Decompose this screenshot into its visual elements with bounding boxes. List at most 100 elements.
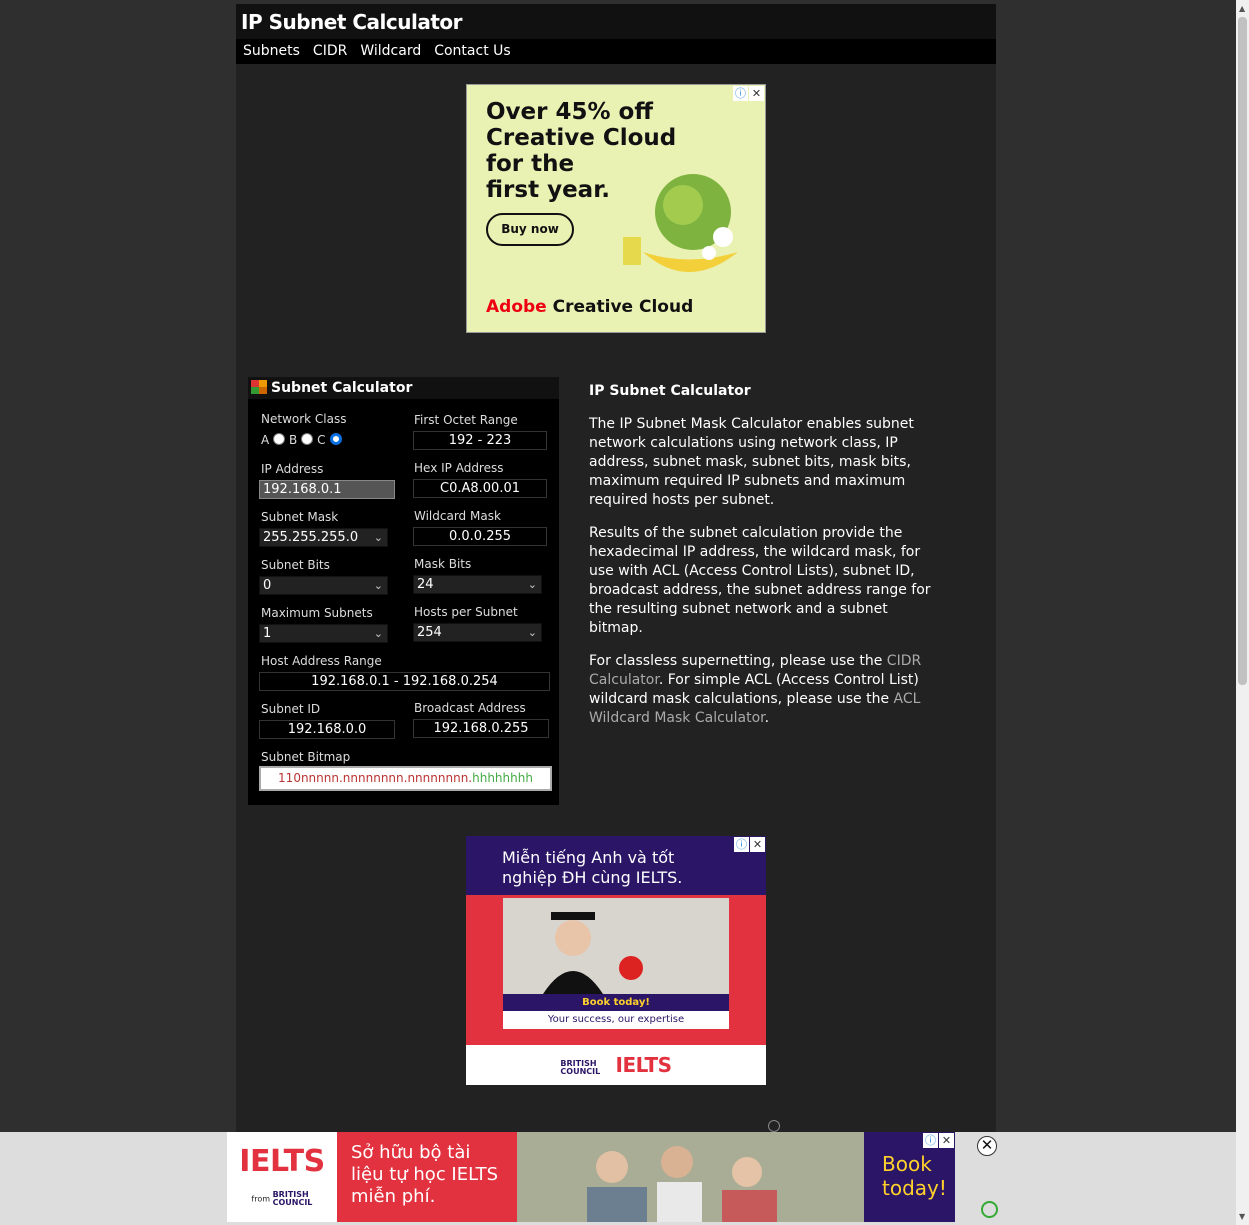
british-council-logo: BRITISH COUNCIL <box>560 1058 601 1076</box>
ad-close-icon[interactable]: ✕ <box>750 837 765 852</box>
ad-middle-headline-line: nghiệp ĐH cùng IELTS. <box>502 868 683 887</box>
ad-info-icon[interactable]: ⓘ <box>733 86 748 101</box>
site-title[interactable]: IP Subnet Calculator <box>236 4 996 39</box>
ad-headline-line: Creative Cloud <box>486 125 677 151</box>
bitmap-network-part: 110nnnnn.nnnnnnnn.nnnnnnnn. <box>278 771 473 785</box>
hosts-per-subnet-select[interactable]: 254 ⌄ <box>413 623 542 642</box>
hex-ip-address-value: C0.A8.00.01 <box>413 479 547 498</box>
ad-middle-banner: Book today! Your success, our expertise <box>466 895 766 1045</box>
subnet-calculator-panel: Subnet Calculator Network Class A B C Fi… <box>247 376 560 806</box>
subnet-bitmap-label: Subnet Bitmap <box>261 750 351 764</box>
maximum-subnets-value: 1 <box>263 626 272 641</box>
close-icon[interactable]: ✕ <box>977 1136 997 1156</box>
network-class-radios: A B C <box>261 433 342 447</box>
scroll-down-icon[interactable]: ▼ <box>1239 1212 1245 1221</box>
description-paragraph: Results of the subnet calculation provid… <box>589 525 931 636</box>
host-address-range-value: 192.168.0.1 - 192.168.0.254 <box>259 672 550 691</box>
hex-ip-address-label: Hex IP Address <box>414 461 504 475</box>
subnet-mask-select[interactable]: 255.255.255.0 ⌄ <box>259 528 388 547</box>
maximum-subnets-label: Maximum Subnets <box>261 606 373 620</box>
class-a-radio[interactable] <box>273 433 286 445</box>
description-heading: IP Subnet Calculator <box>589 383 751 399</box>
subnet-bits-select[interactable]: 0 ⌄ <box>259 576 388 595</box>
subnet-id-value: 192.168.0.0 <box>259 720 395 739</box>
british-council-logo: BRITISH COUNCIL <box>272 1190 313 1207</box>
scrollbar[interactable]: ▲ ▼ <box>1236 0 1249 1225</box>
ad-choices[interactable]: ⓘ ✕ <box>733 86 764 101</box>
bottom-ad-bar: IELTS from BRITISH COUNCIL Sở hữu bộ tài… <box>0 1132 1236 1225</box>
ielts-ad-middle[interactable]: Miễn tiếng Anh và tốt nghiệp ĐH cùng IELT… <box>466 836 766 1085</box>
subnet-mask-label: Subnet Mask <box>261 510 339 524</box>
class-c-label: C <box>317 433 326 447</box>
scrollbar-thumb[interactable] <box>1238 17 1247 685</box>
subnet-bits-label: Subnet Bits <box>261 558 330 572</box>
ad-headline-line: Over 45% off <box>486 99 653 125</box>
subnet-bits-value: 0 <box>263 578 272 593</box>
broadcast-address-label: Broadcast Address <box>414 701 526 715</box>
ip-address-input[interactable]: 192.168.0.1 <box>259 480 395 499</box>
description-paragraph: For classless supernetting, please use t… <box>589 652 939 728</box>
subnet-bitmap-value: 110nnnnn.nnnnnnnn.nnnnnnnn.hhhhhhhh <box>259 766 552 791</box>
ad-middle-footer: BRITISH COUNCIL IELTS <box>466 1045 766 1085</box>
description: IP Subnet Calculator The IP Subnet Mask … <box>589 382 939 742</box>
wildcard-mask-value: 0.0.0.255 <box>413 527 547 546</box>
maximum-subnets-select[interactable]: 1 ⌄ <box>259 624 388 643</box>
ip-address-label: IP Address <box>261 462 324 476</box>
nav-wildcard[interactable]: Wildcard <box>353 39 427 59</box>
ad-middle-headline-line: Miễn tiếng Anh và tốt <box>502 848 675 867</box>
host-address-range-label: Host Address Range <box>261 654 382 668</box>
main-nav: Subnets CIDR Wildcard Contact Us <box>236 39 996 64</box>
first-octet-range-label: First Octet Range <box>414 413 518 427</box>
calculator-logo-icon <box>251 380 267 394</box>
adobe-ad[interactable]: Over 45% off Creative Cloud for the firs… <box>466 84 766 333</box>
chevron-down-icon: ⌄ <box>373 627 383 640</box>
adobe-brand: Adobe Creative Cloud <box>486 297 693 317</box>
class-c-radio[interactable] <box>329 433 342 445</box>
class-b-radio[interactable] <box>301 433 314 445</box>
ad-middle-headline: Miễn tiếng Anh và tốt nghiệp ĐH cùng IELT… <box>466 836 766 895</box>
chevron-down-icon: ⌄ <box>527 626 537 639</box>
hosts-per-subnet-label: Hosts per Subnet <box>414 605 518 619</box>
durian-illustration <box>623 174 738 272</box>
class-a-label: A <box>261 433 270 447</box>
ielts-logo: IELTS <box>239 1144 325 1179</box>
ad-info-icon[interactable]: ⓘ <box>734 837 749 852</box>
first-octet-range-value: 192 - 223 <box>413 431 547 450</box>
ad-middle-tagline: Your success, our expertise <box>503 1011 729 1029</box>
nav-subnets[interactable]: Subnets <box>236 39 306 59</box>
scroll-up-icon[interactable]: ▲ <box>1239 4 1245 13</box>
mask-bits-select[interactable]: 24 ⌄ <box>413 575 542 594</box>
ad-info-icon[interactable]: ⓘ <box>923 1133 938 1148</box>
nav-contact-us[interactable]: Contact Us <box>427 39 516 59</box>
chevron-down-icon: ⌄ <box>373 531 383 544</box>
nav-cidr[interactable]: CIDR <box>306 39 353 59</box>
students-photo <box>517 1132 864 1222</box>
ad-badge-icon[interactable] <box>981 1201 998 1218</box>
text: For classless supernetting, please use t… <box>589 653 887 669</box>
ad-choices[interactable]: ⓘ ✕ <box>923 1133 954 1148</box>
buy-now-button[interactable]: Buy now <box>486 213 574 246</box>
network-class-label: Network Class <box>261 412 347 426</box>
ad-bottom-text: Sở hữu bộ tài liệu tự học IELTS miễn phí… <box>337 1132 517 1222</box>
text: . <box>764 710 770 726</box>
ielts-ad-bottom[interactable]: IELTS from BRITISH COUNCIL Sở hữu bộ tài… <box>227 1132 955 1222</box>
ad-close-icon[interactable]: ✕ <box>939 1133 954 1148</box>
ad-badge-icon[interactable] <box>768 1120 780 1132</box>
calculator-title: Subnet Calculator <box>271 380 413 396</box>
description-paragraph: The IP Subnet Mask Calculator enables su… <box>589 416 914 508</box>
mask-bits-label: Mask Bits <box>414 557 472 571</box>
ielts-logo: IELTS <box>615 1053 673 1077</box>
calculator-header: Subnet Calculator <box>248 377 559 399</box>
bitmap-host-part: hhhhhhhh <box>472 771 533 785</box>
from-label: from <box>251 1194 271 1204</box>
ielts-bottom-logo: IELTS from BRITISH COUNCIL <box>227 1132 337 1222</box>
adobe-brand-red: Adobe <box>486 297 547 317</box>
class-b-label: B <box>289 433 298 447</box>
subnet-id-label: Subnet ID <box>261 702 321 716</box>
adobe-brand-name: Creative Cloud <box>552 297 694 317</box>
graduate-photo <box>503 898 729 994</box>
ad-middle-book: Book today! <box>503 994 729 1011</box>
page-content: IP Subnet Calculator Subnets CIDR Wildcard… <box>236 4 996 1225</box>
ad-choices[interactable]: ⓘ ✕ <box>734 837 765 852</box>
ad-close-icon[interactable]: ✕ <box>749 86 764 101</box>
